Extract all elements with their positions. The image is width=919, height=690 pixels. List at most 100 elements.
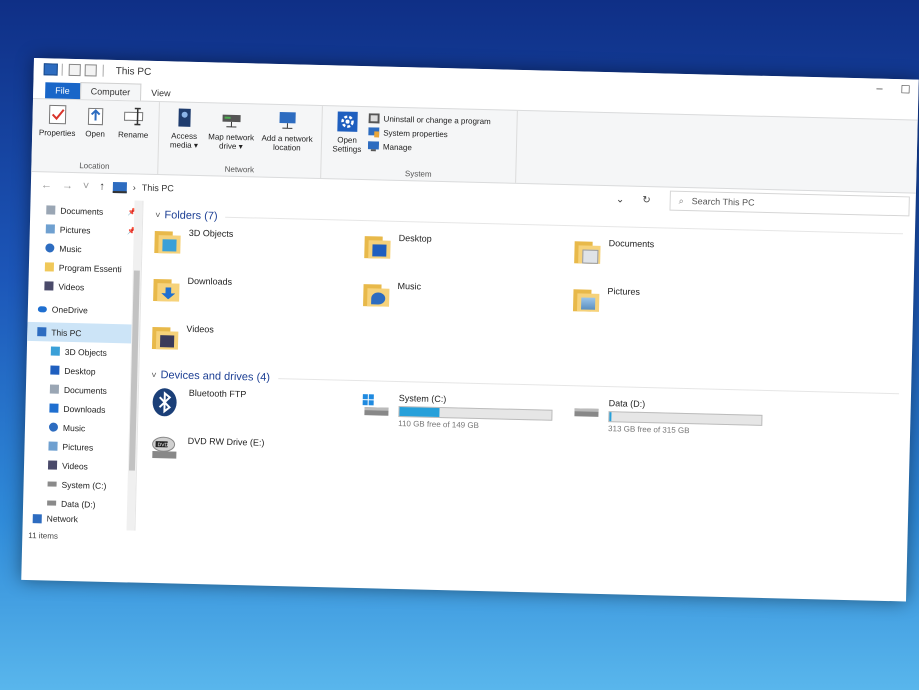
- address-dropdown-chevron-icon[interactable]: ⌄: [611, 191, 630, 208]
- nav-item-label: Documents: [60, 205, 104, 217]
- drive-icon: [570, 397, 601, 424]
- device-data-d[interactable]: Data (D:) 313 GB free of 315 GB: [570, 397, 781, 446]
- system-group: Open Settings Uninstall or change a prog…: [321, 106, 518, 183]
- media-icon: [173, 106, 196, 129]
- devices-grid: Bluetooth FTP System (C:) 110 GB free of…: [149, 387, 899, 497]
- navigation-pane: Documents 📌 Pictures 📌 Music Program Ess…: [22, 197, 144, 531]
- explorer-body: Documents 📌 Pictures 📌 Music Program Ess…: [22, 197, 916, 550]
- up-arrow-icon[interactable]: ↑: [99, 181, 105, 193]
- search-box[interactable]: ⌕ Search This PC: [669, 190, 910, 217]
- uninstall-program-label: Uninstall or change a program: [383, 114, 491, 126]
- breadcrumb[interactable]: › This PC: [112, 181, 174, 194]
- folder-3d-objects[interactable]: 3D Objects: [154, 227, 365, 274]
- maximize-button[interactable]: ☐: [900, 83, 910, 96]
- open-label: Open: [85, 129, 106, 139]
- recent-locations-chevron-icon[interactable]: ˅: [83, 180, 90, 192]
- folders-grid: 3D Objects Desktop Documents Downloads M…: [151, 227, 903, 383]
- rename-button[interactable]: Rename: [114, 105, 153, 160]
- folder-pictures[interactable]: Pictures: [572, 285, 784, 332]
- manage-icon: [367, 141, 380, 152]
- back-arrow-icon[interactable]: ←: [41, 179, 52, 191]
- folder-desktop[interactable]: Desktop: [364, 232, 575, 279]
- open-settings-button[interactable]: Open Settings: [327, 110, 366, 165]
- pictures-folder-icon: [572, 285, 600, 314]
- music-icon: [45, 243, 55, 253]
- system-items: Uninstall or change a program System pro…: [367, 111, 491, 168]
- tab-computer[interactable]: Computer: [79, 82, 142, 101]
- cube-icon: [50, 346, 60, 356]
- folder-label: Videos: [186, 323, 214, 335]
- tab-file[interactable]: File: [45, 82, 80, 100]
- add-network-location-label: Add a network location: [261, 133, 313, 153]
- open-button[interactable]: Open: [76, 104, 115, 159]
- checklist-icon: [46, 103, 69, 126]
- folder-label: Downloads: [187, 275, 233, 287]
- network-icon: [32, 513, 42, 523]
- nav-item-label: Music: [62, 422, 86, 433]
- window-controls: – ☐: [876, 83, 910, 97]
- device-dvd-rw-e[interactable]: DVD DVD RW Drive (E:): [149, 435, 360, 484]
- access-media-button[interactable]: Access media ▾: [165, 106, 204, 161]
- folder-downloads[interactable]: Downloads: [153, 275, 364, 322]
- nav-item-label: Downloads: [63, 403, 106, 415]
- search-placeholder: Search This PC: [691, 196, 755, 208]
- folder-documents[interactable]: Documents: [574, 237, 785, 284]
- properties-quick-icon[interactable]: [68, 63, 81, 77]
- folder-music[interactable]: Music: [363, 280, 574, 327]
- separator: [61, 63, 63, 76]
- uninstall-program-link[interactable]: Uninstall or change a program: [368, 113, 491, 126]
- manage-link[interactable]: Manage: [367, 141, 490, 154]
- drive-free-space: 313 GB free of 315 GB: [608, 424, 690, 436]
- documents-icon: [46, 205, 56, 215]
- device-label: Data (D:): [608, 398, 646, 410]
- this-pc-icon: [43, 63, 58, 76]
- refresh-icon[interactable]: ↻: [637, 191, 656, 208]
- drive-details: Data (D:) 313 GB free of 315 GB: [608, 398, 763, 437]
- drive-usage-fill: [609, 412, 612, 422]
- gear-icon: [336, 110, 359, 133]
- device-bluetooth-ftp[interactable]: Bluetooth FTP: [150, 387, 361, 436]
- nav-item-network[interactable]: Network: [23, 512, 135, 527]
- network-group: Access media ▾ Map network drive ▾ Add a…: [158, 102, 323, 179]
- drive-usage-fill: [399, 407, 440, 417]
- download-arrow-icon: [49, 403, 59, 413]
- dvd-drive-icon: DVD: [149, 435, 180, 462]
- documents-folder-icon: [574, 237, 601, 266]
- tab-view[interactable]: View: [141, 85, 181, 102]
- navigation-buttons: ← → ˅ ↑: [41, 179, 105, 193]
- folders-header-label: Folders (7): [164, 209, 218, 223]
- add-network-location-button[interactable]: Add a network location: [259, 109, 316, 164]
- nav-item-onedrive[interactable]: OneDrive: [28, 299, 140, 321]
- network-group-label: Network: [224, 164, 255, 175]
- minimize-button[interactable]: –: [876, 83, 882, 96]
- music-icon: [48, 422, 59, 432]
- breadcrumb-this-pc[interactable]: This PC: [142, 183, 174, 194]
- new-folder-quick-icon[interactable]: [84, 64, 97, 77]
- folder-videos[interactable]: Videos: [151, 323, 363, 370]
- system-properties-link[interactable]: System properties: [368, 127, 490, 140]
- windows-drive-icon: [360, 392, 391, 419]
- nav-item-label: OneDrive: [51, 304, 88, 315]
- bluetooth-icon: [150, 387, 181, 417]
- item-count: 11 items: [28, 530, 59, 541]
- manage-label: Manage: [382, 142, 412, 152]
- documents-icon: [49, 384, 60, 394]
- map-network-drive-button[interactable]: Map network drive ▾: [203, 107, 260, 162]
- device-label: Bluetooth FTP: [188, 387, 247, 400]
- desktop-background: This PC – ☐ File Computer View Propertie…: [0, 0, 919, 690]
- desktop-folder-icon: [364, 232, 391, 261]
- folder-icon: [44, 262, 55, 272]
- nav-item-label: Music: [59, 243, 82, 254]
- nav-item-label: Network: [46, 513, 79, 525]
- desktop-icon: [50, 365, 60, 375]
- breadcrumb-chevron-icon[interactable]: ›: [133, 182, 136, 192]
- nav-item-videos[interactable]: Videos: [28, 276, 140, 298]
- videos-folder-icon: [151, 323, 179, 352]
- nav-item-label: Data (D:): [61, 498, 96, 510]
- device-system-c[interactable]: System (C:) 110 GB free of 149 GB: [360, 392, 571, 441]
- properties-button[interactable]: Properties: [38, 103, 77, 158]
- nav-item-label: Documents: [63, 384, 108, 396]
- pictures-icon: [45, 224, 55, 234]
- forward-arrow-icon[interactable]: →: [62, 180, 73, 192]
- nav-item-label: 3D Objects: [64, 346, 107, 358]
